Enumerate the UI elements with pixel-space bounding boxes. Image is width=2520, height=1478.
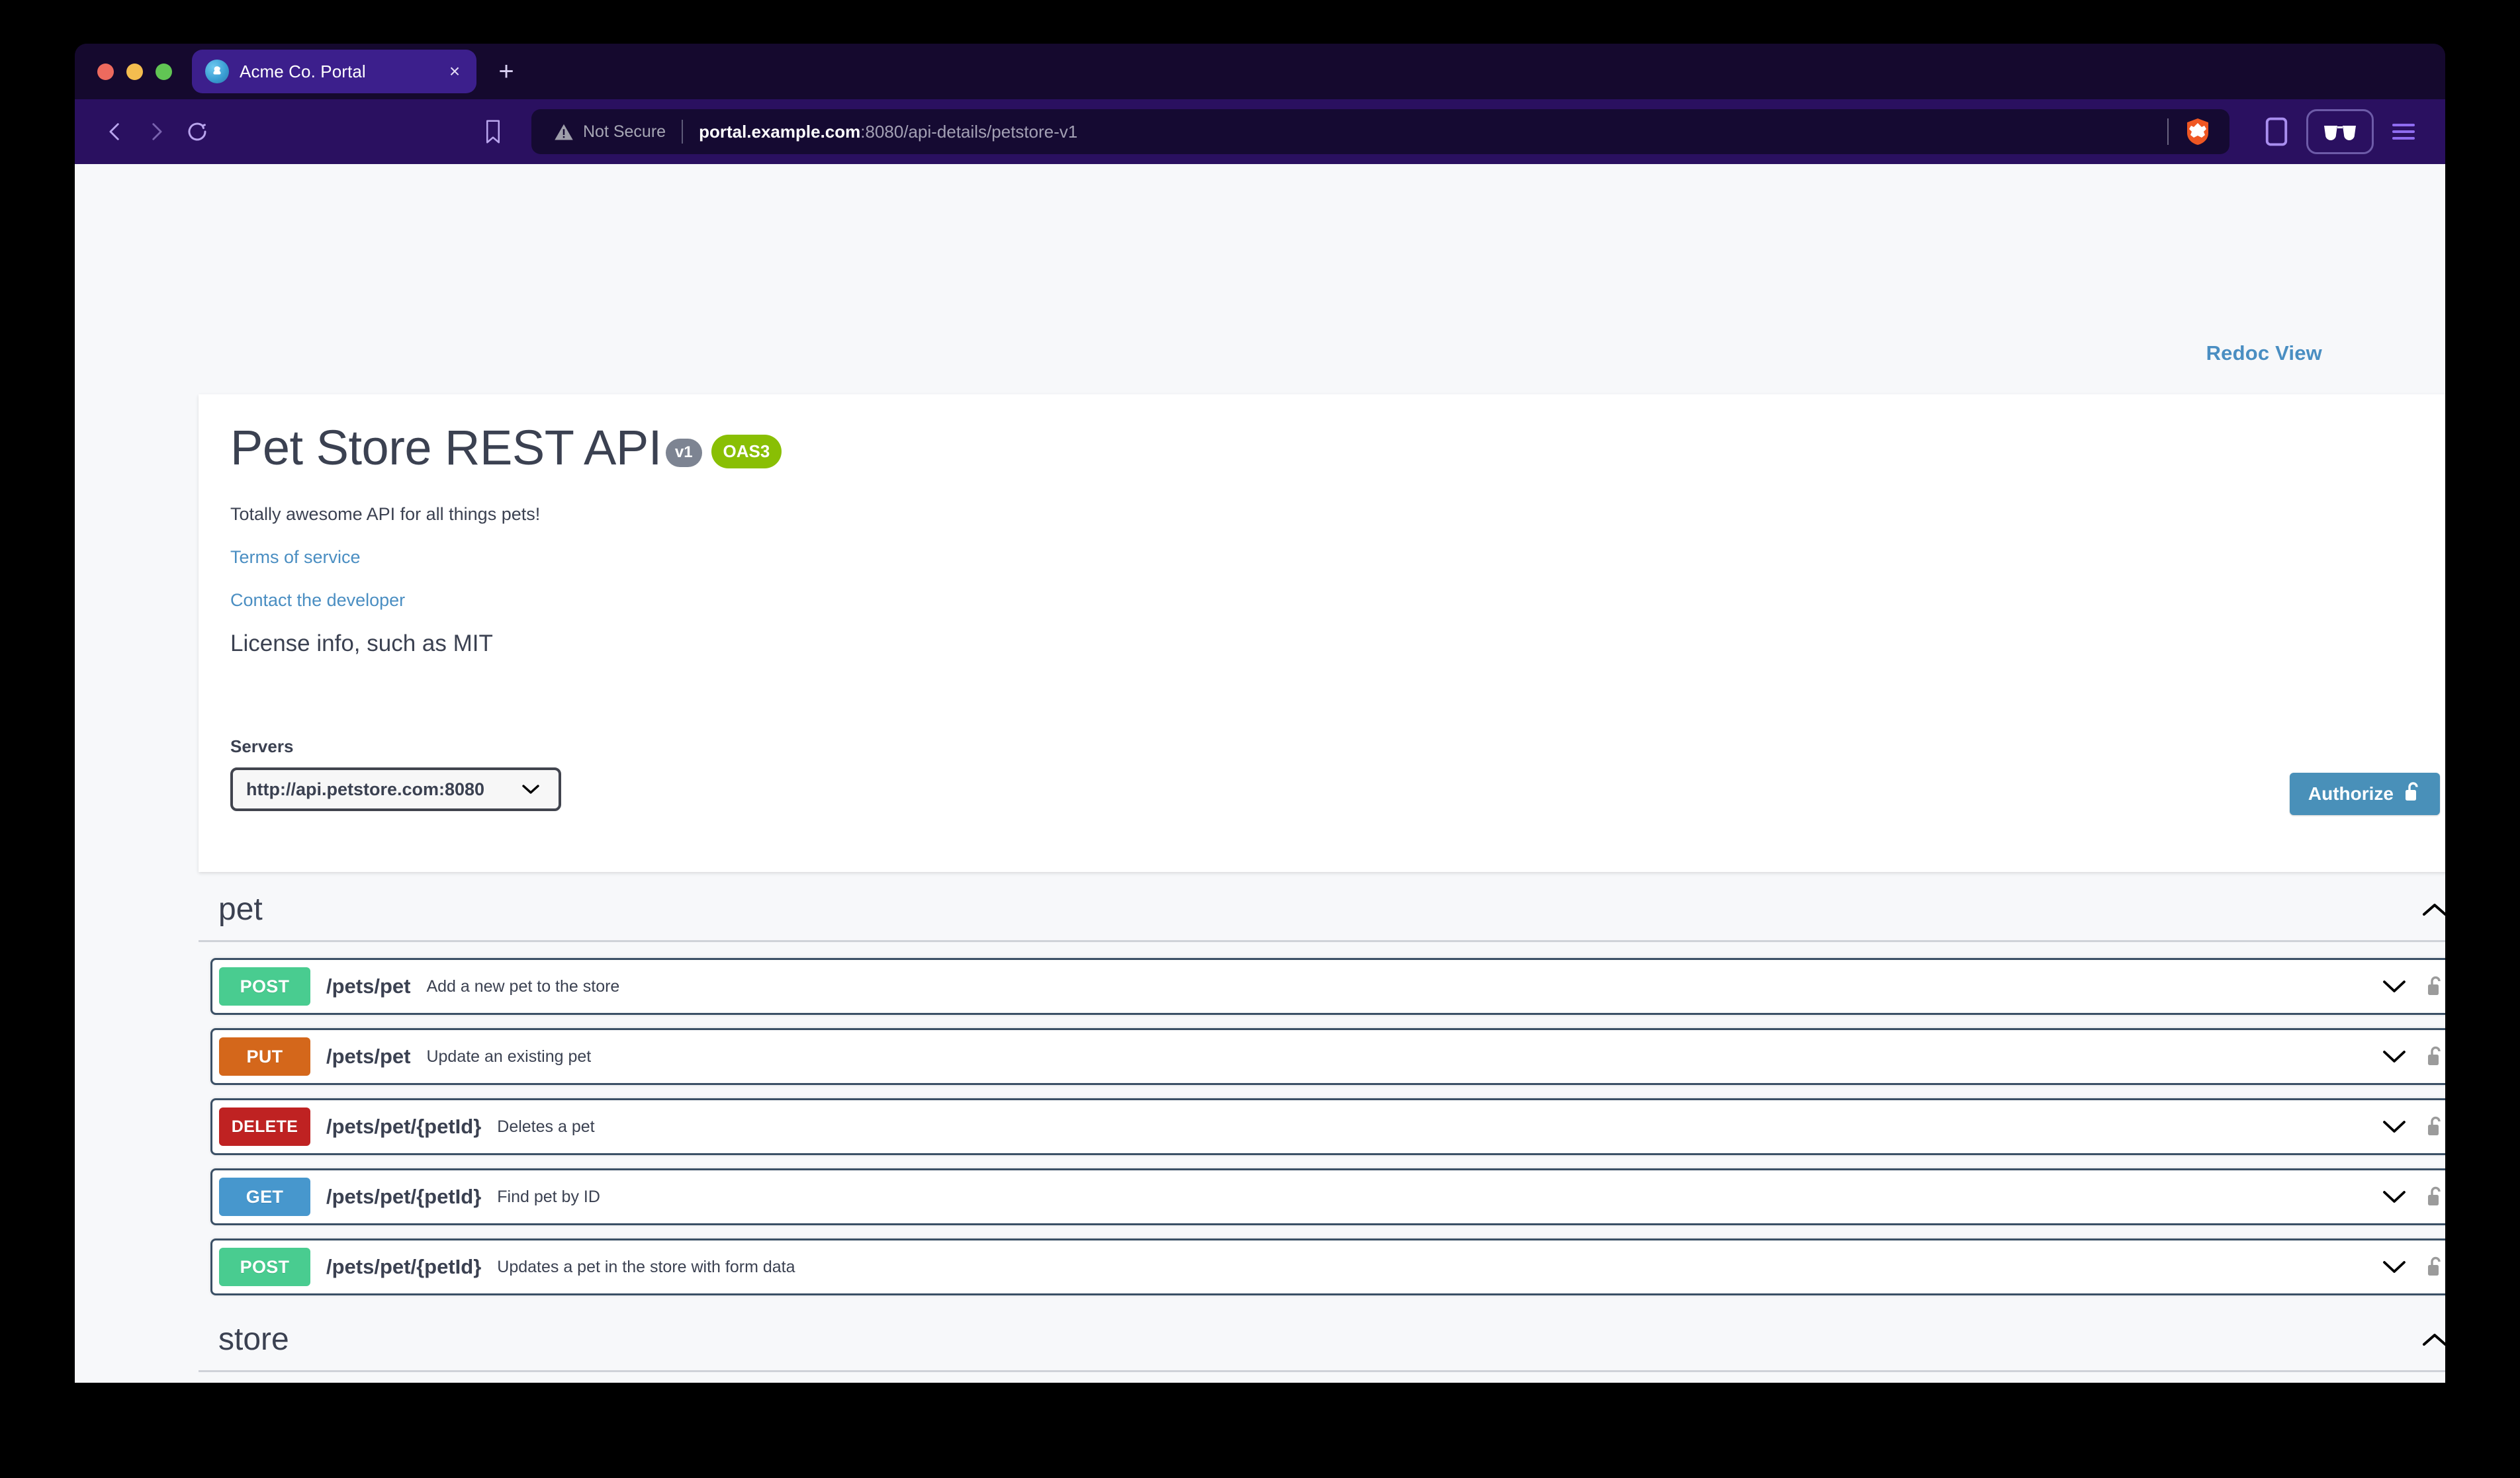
tab-close-icon[interactable]: × <box>445 62 465 81</box>
window-traffic-lights <box>97 63 172 80</box>
chevron-down-icon <box>521 783 540 795</box>
api-info-card: Pet Store REST API v1 OAS3 Totally aweso… <box>199 394 2445 872</box>
window-maximize-button[interactable] <box>156 63 172 80</box>
sidebar-panel-icon[interactable] <box>2252 108 2301 155</box>
back-arrow-icon[interactable] <box>95 111 136 152</box>
authorize-label: Authorize <box>2308 783 2394 804</box>
operation-row[interactable]: POST/pets/pet Add a new pet to the store <box>210 958 2445 1015</box>
tag-name: store <box>218 1322 289 1357</box>
hamburger-menu-icon[interactable] <box>2379 108 2428 155</box>
url-path: :8080/api-details/petstore-v1 <box>860 121 1078 142</box>
operation-summary: Find pet by ID <box>497 1187 600 1206</box>
bookmark-icon[interactable] <box>474 112 512 152</box>
unlocked-padlock-icon[interactable] <box>2426 1115 2443 1138</box>
warning-triangle-icon <box>554 122 574 141</box>
servers-label: Servers <box>230 736 294 756</box>
operation-row[interactable]: POST/pets/pet/{petId} Updates a pet in th… <box>210 1239 2445 1295</box>
chevron-down-icon[interactable] <box>2382 979 2406 994</box>
url-right-divider <box>2167 118 2169 145</box>
tag-header-store[interactable]: store <box>199 1309 2445 1372</box>
url-address-bar[interactable]: Not Secure portal.example.com:8080/api-d… <box>531 109 2229 154</box>
server-select[interactable]: http://api.petstore.com:8080 <box>230 767 561 811</box>
browser-window: Acme Co. Portal × + Not Secure portal.ex… <box>75 44 2445 1383</box>
window-minimize-button[interactable] <box>126 63 143 80</box>
authorize-button[interactable]: Authorize <box>2289 773 2440 815</box>
terms-of-service-link[interactable]: Terms of service <box>228 547 2443 568</box>
operation-method-badge: GET <box>219 1178 310 1216</box>
operation-row-controls <box>2382 1186 2443 1208</box>
operation-path: /pets/pet/{petId} <box>326 1185 482 1208</box>
operation-row[interactable]: PUT/pets/pet Update an existing pet <box>210 1028 2445 1085</box>
window-close-button[interactable] <box>97 63 114 80</box>
toolbar-right-actions <box>2252 108 2428 155</box>
unlocked-padlock-icon[interactable] <box>2426 975 2443 998</box>
url-text: portal.example.com:8080/api-details/pets… <box>699 122 1077 142</box>
operation-row-controls <box>2382 1115 2443 1138</box>
operation-summary: Deletes a pet <box>497 1117 595 1136</box>
url-divider <box>682 120 684 144</box>
redoc-view-link[interactable]: Redoc View <box>2206 341 2322 365</box>
browser-tab[interactable]: Acme Co. Portal × <box>192 50 476 93</box>
operation-summary: Updates a pet in the store with form dat… <box>497 1257 795 1276</box>
reload-icon[interactable] <box>177 111 218 152</box>
operation-path: /pets/pet <box>326 1045 411 1068</box>
security-label: Not Secure <box>583 122 666 141</box>
operation-method-badge: POST <box>219 967 310 1006</box>
navigation-toolbar: Not Secure portal.example.com:8080/api-d… <box>75 99 2445 164</box>
api-tag-sections: pet POST/pets/pet Add a new pet to the sto… <box>199 879 2445 1383</box>
unlocked-padlock-icon[interactable] <box>2426 1186 2443 1208</box>
unlocked-padlock-icon[interactable] <box>2426 1256 2443 1278</box>
oas-spec-badge: OAS3 <box>711 435 782 468</box>
chevron-up-icon[interactable] <box>2421 1332 2445 1348</box>
server-select-value: http://api.petstore.com:8080 <box>246 779 485 799</box>
chevron-down-icon[interactable] <box>2382 1190 2406 1204</box>
chevron-down-icon[interactable] <box>2382 1049 2406 1064</box>
security-indicator[interactable]: Not Secure <box>554 122 666 142</box>
servers-block: Servers http://api.petstore.com:8080 Aut… <box>228 736 2443 815</box>
new-tab-button[interactable]: + <box>492 58 520 85</box>
operation-summary: Add a new pet to the store <box>426 977 620 996</box>
chevron-down-icon[interactable] <box>2382 1260 2406 1274</box>
license-info: License info, such as MIT <box>230 630 493 656</box>
tag-name: pet <box>218 892 263 927</box>
operation-row-controls <box>2382 975 2443 998</box>
tab-strip: Acme Co. Portal × + <box>75 44 2445 99</box>
chevron-up-icon[interactable] <box>2421 902 2445 918</box>
url-bar-right-controls <box>2167 116 2229 148</box>
operation-row[interactable]: DELETE/pets/pet/{petId} Deletes a pet <box>210 1098 2445 1155</box>
operation-path: /pets/pet/{petId} <box>326 1255 482 1278</box>
tag-section-pet: pet POST/pets/pet Add a new pet to the sto… <box>199 879 2445 1295</box>
operation-row-controls <box>2382 1045 2443 1068</box>
api-title-row: Pet Store REST API v1 OAS3 <box>228 423 2443 472</box>
operation-summary: Update an existing pet <box>426 1047 592 1066</box>
url-host: portal.example.com <box>699 121 861 142</box>
unlocked-padlock-icon[interactable] <box>2426 1045 2443 1068</box>
contact-developer-link[interactable]: Contact the developer <box>228 590 2443 611</box>
page-viewport: Redoc View Pet Store REST API v1 OAS3 To… <box>75 164 2445 1383</box>
page-title: Pet Store REST API <box>230 420 662 475</box>
forward-arrow-icon[interactable] <box>136 111 177 152</box>
operation-path: /pets/pet <box>326 975 411 998</box>
operation-method-badge: DELETE <box>219 1108 310 1146</box>
info-card-spacer <box>228 811 2443 872</box>
tab-title: Acme Co. Portal <box>240 61 366 81</box>
operation-method-badge: PUT <box>219 1037 310 1076</box>
brave-shield-icon[interactable] <box>2183 116 2212 148</box>
tab-favicon-icon <box>205 60 229 83</box>
tag-header-pet[interactable]: pet <box>199 879 2445 942</box>
chevron-down-icon[interactable] <box>2382 1119 2406 1134</box>
tag-section-store: storePOST/store/store/orderPlace an orde… <box>199 1309 2445 1383</box>
operation-method-badge: POST <box>219 1248 310 1286</box>
operation-row[interactable]: GET/pets/pet/{petId} Find pet by ID <box>210 1168 2445 1225</box>
unlocked-padlock-icon <box>2404 781 2421 807</box>
operation-path: /pets/pet/{petId} <box>326 1115 482 1138</box>
api-version-badge: v1 <box>665 439 702 467</box>
brave-rewards-glasses-icon[interactable] <box>2306 109 2374 154</box>
api-description: Totally awesome API for all things pets! <box>230 504 541 524</box>
operation-row-controls <box>2382 1256 2443 1278</box>
